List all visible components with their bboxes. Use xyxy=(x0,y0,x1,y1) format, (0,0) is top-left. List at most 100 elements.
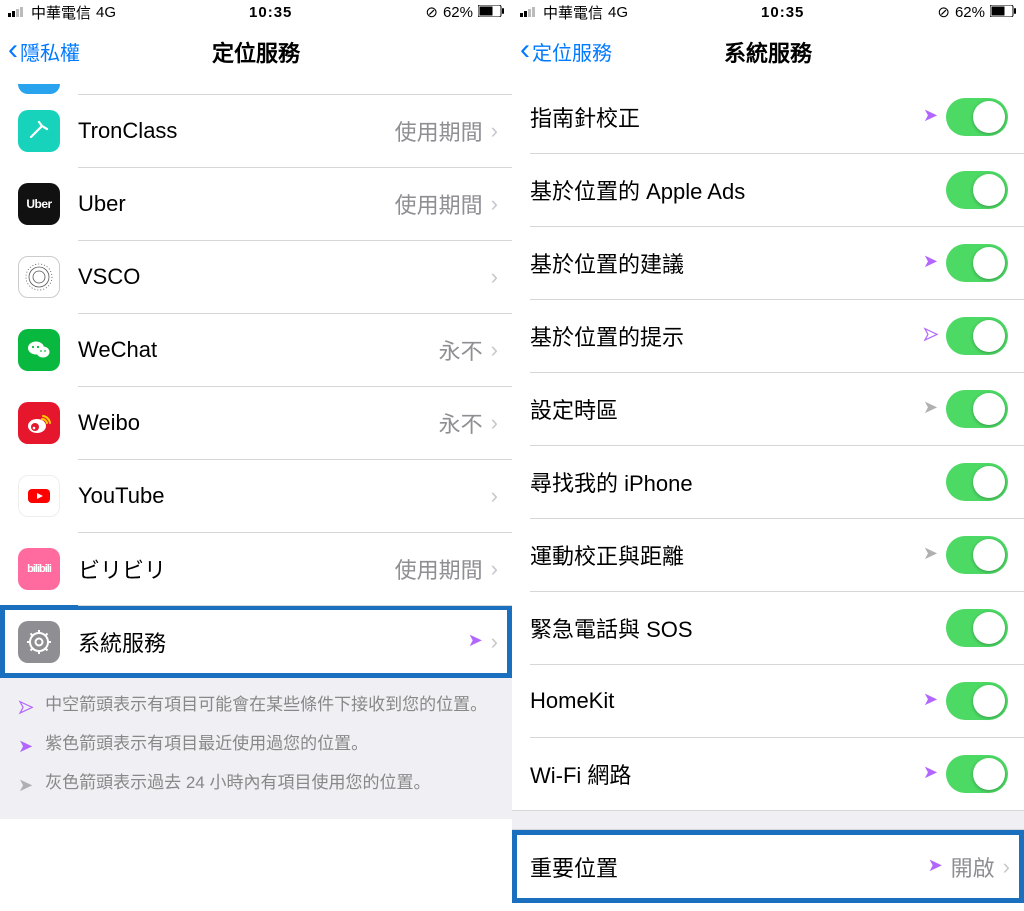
app-icon-weibo xyxy=(18,402,60,444)
list-item-alerts[interactable]: 基於位置的提示 ➤ xyxy=(512,299,1024,372)
service-name: 基於位置的提示 xyxy=(530,320,923,352)
toggle-switch[interactable] xyxy=(946,244,1008,282)
list-item-compass[interactable]: 指南針校正 ➤ xyxy=(512,80,1024,153)
chevron-right-icon: › xyxy=(491,483,498,509)
row-detail: ➤ xyxy=(923,317,1024,355)
battery-label: 62% xyxy=(443,4,473,21)
row-detail: ➤ xyxy=(923,755,1024,793)
toggle-switch[interactable] xyxy=(946,98,1008,136)
list-item-significant-locations[interactable]: 重要位置 ➤開啟 › xyxy=(512,830,1024,903)
app-icon-vsco xyxy=(18,256,60,298)
list-item-timezone[interactable]: 設定時區 ➤ xyxy=(512,372,1024,445)
app-icon-wechat xyxy=(18,329,60,371)
nav-header: ‹ 定位服務 系統服務 xyxy=(512,24,1024,80)
battery-icon xyxy=(990,4,1016,21)
app-name: Uber xyxy=(78,191,395,217)
list-item-wechat[interactable]: WeChat 永不 › xyxy=(0,313,512,386)
toggle-switch[interactable] xyxy=(946,390,1008,428)
gear-icon xyxy=(18,621,60,663)
list-item-system-services[interactable]: 系統服務 ➤ › xyxy=(0,605,512,678)
list-item-find-iphone[interactable]: 尋找我的 iPhone xyxy=(512,445,1024,518)
chevron-left-icon: ‹ xyxy=(520,35,530,65)
nav-back-label: 隱私權 xyxy=(20,37,80,66)
row-detail xyxy=(946,609,1024,647)
list-item-cutoff[interactable] xyxy=(0,80,512,94)
location-arrow-icon: ➤ xyxy=(923,543,938,564)
service-name: 尋找我的 iPhone xyxy=(530,466,946,498)
toggle-switch[interactable] xyxy=(946,755,1008,793)
status-left: 中華電信 4G xyxy=(8,2,116,23)
service-name: 緊急電話與 SOS xyxy=(530,612,946,644)
status-label: 使用期間 xyxy=(395,188,483,220)
nav-back-button[interactable]: ‹ 定位服務 xyxy=(512,37,612,67)
phone-right: 中華電信 4G 10:35 ⊘ 62% ‹ 定位服務 系統服務 指南針校正 ➤ xyxy=(512,0,1024,911)
toggle-switch[interactable] xyxy=(946,609,1008,647)
list-item-weibo[interactable]: Weibo 永不 › xyxy=(0,386,512,459)
orientation-lock-icon: ⊘ xyxy=(937,3,950,21)
section-gap xyxy=(512,810,1024,830)
status-time: 10:35 xyxy=(761,4,804,21)
app-name: YouTube xyxy=(78,483,491,509)
app-icon-youtube xyxy=(18,475,60,517)
network-label: 4G xyxy=(608,4,628,21)
chevron-right-icon: › xyxy=(491,337,498,363)
toggle-switch[interactable] xyxy=(946,536,1008,574)
app-list[interactable]: TronClass 使用期間 › Uber Uber 使用期間 › VSCO › xyxy=(0,80,512,911)
list-item-motion[interactable]: 運動校正與距離 ➤ xyxy=(512,518,1024,591)
row-detail: ➤開啟 › xyxy=(928,851,1024,883)
chevron-right-icon: › xyxy=(491,629,498,655)
network-label: 4G xyxy=(96,4,116,21)
list-item-emergency[interactable]: 緊急電話與 SOS xyxy=(512,591,1024,664)
list-item-suggestions[interactable]: 基於位置的建議 ➤ xyxy=(512,226,1024,299)
app-icon-bilibili: bilibili xyxy=(18,548,60,590)
chevron-right-icon: › xyxy=(491,410,498,436)
toggle-switch[interactable] xyxy=(946,171,1008,209)
list-item-bilibili[interactable]: bilibili ビリビリ 使用期間 › xyxy=(0,532,512,605)
list-item-uber[interactable]: Uber Uber 使用期間 › xyxy=(0,167,512,240)
toggle-switch[interactable] xyxy=(946,317,1008,355)
status-label: 開啟 xyxy=(951,851,995,883)
app-name: ビリビリ xyxy=(78,553,395,585)
chevron-right-icon: › xyxy=(491,264,498,290)
phone-left: 中華電信 4G 10:35 ⊘ 62% ‹ 隱私權 定位服務 TronClass xyxy=(0,0,512,911)
row-detail: 使用期間 › xyxy=(395,115,512,147)
service-name: 基於位置的建議 xyxy=(530,247,923,279)
list-item-homekit[interactable]: HomeKit ➤ xyxy=(512,664,1024,737)
orientation-lock-icon: ⊘ xyxy=(425,3,438,21)
location-arrow-icon: ➤ xyxy=(18,769,33,800)
row-detail: ➤ xyxy=(923,244,1024,282)
chevron-left-icon: ‹ xyxy=(8,35,18,65)
legend-text: 中空箭頭表示有項目可能會在某些條件下接收到您的位置。 xyxy=(45,692,487,723)
toggle-switch[interactable] xyxy=(946,463,1008,501)
chevron-right-icon: › xyxy=(491,556,498,582)
list-item-wifi[interactable]: Wi-Fi 網路 ➤ xyxy=(512,737,1024,810)
system-services-list[interactable]: 指南針校正 ➤ 基於位置的 Apple Ads 基於位置的建議 ➤ 基於位置的提… xyxy=(512,80,1024,911)
app-icon xyxy=(18,84,60,94)
status-bar: 中華電信 4G 10:35 ⊘ 62% xyxy=(512,0,1024,24)
service-name: Wi-Fi 網路 xyxy=(530,758,923,790)
legend-hollow: ➤ 中空箭頭表示有項目可能會在某些條件下接收到您的位置。 xyxy=(18,692,494,723)
location-arrow-icon: ➤ xyxy=(923,251,938,272)
row-detail xyxy=(946,171,1024,209)
battery-label: 62% xyxy=(955,4,985,21)
nav-back-button[interactable]: ‹ 隱私權 xyxy=(0,37,80,67)
service-name: 基於位置的 Apple Ads xyxy=(530,174,946,206)
status-bar: 中華電信 4G 10:35 ⊘ 62% xyxy=(0,0,512,24)
row-detail: ➤ xyxy=(923,98,1024,136)
list-item-vsco[interactable]: VSCO › xyxy=(0,240,512,313)
row-detail: ➤ › xyxy=(468,629,512,655)
legend-purple: ➤ 紫色箭頭表示有項目最近使用過您的位置。 xyxy=(18,731,494,762)
row-detail: ➤ xyxy=(923,536,1024,574)
nav-header: ‹ 隱私權 定位服務 xyxy=(0,24,512,80)
list-item-youtube[interactable]: YouTube › xyxy=(0,459,512,532)
status-label: 永不 xyxy=(439,334,483,366)
signal-icon xyxy=(8,4,26,21)
toggle-switch[interactable] xyxy=(946,682,1008,720)
list-item-apple-ads[interactable]: 基於位置的 Apple Ads xyxy=(512,153,1024,226)
app-name: TronClass xyxy=(78,118,395,144)
list-item-tronclass[interactable]: TronClass 使用期間 › xyxy=(0,94,512,167)
status-label: 使用期間 xyxy=(395,115,483,147)
row-detail: ➤ xyxy=(923,682,1024,720)
legend-gray: ➤ 灰色箭頭表示過去 24 小時內有項目使用您的位置。 xyxy=(18,770,494,801)
row-detail: 永不 › xyxy=(439,407,512,439)
